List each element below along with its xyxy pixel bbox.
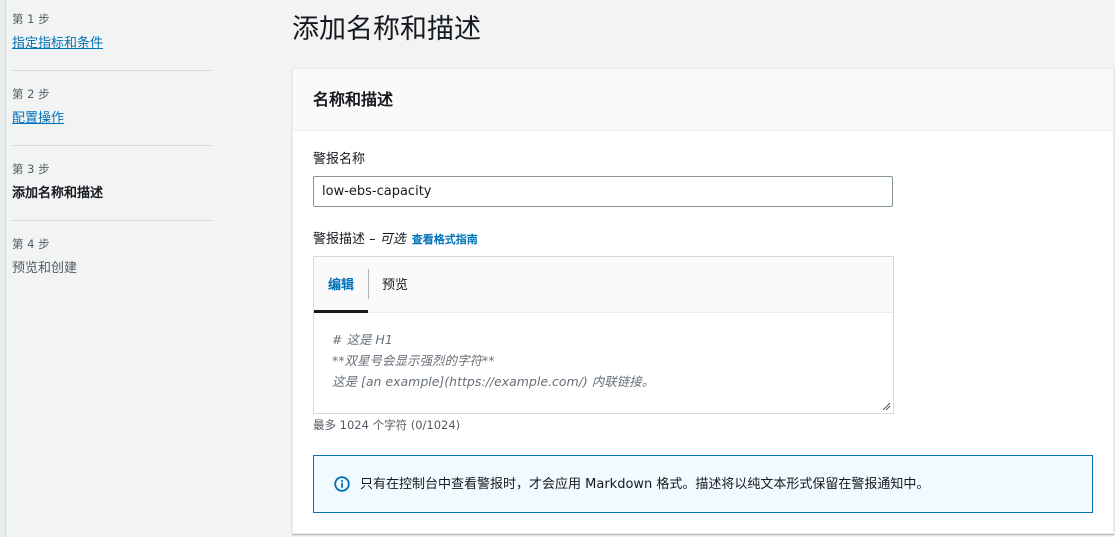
info-circle-icon (334, 476, 350, 492)
name-description-panel: 名称和描述 警报名称 警报描述 – 可选查看格式指南 编辑 预览 # 这是 H1… (292, 68, 1114, 534)
panel-title: 名称和描述 (313, 90, 394, 109)
step-divider (12, 70, 212, 71)
character-limit-hint: 最多 1024 个字符 (0/1024) (313, 418, 461, 432)
step-3: 第 3 步 添加名称和描述 (12, 162, 212, 203)
alarm-name-input[interactable] (313, 176, 893, 207)
editor-tabs: 编辑 预览 (314, 257, 893, 313)
placeholder-line-3: 这是 [an example](https://example.com/) 内联… (332, 374, 655, 389)
tab-edit[interactable]: 编辑 (328, 277, 354, 295)
step-2: 第 2 步 配置操作 (12, 87, 212, 128)
info-alert: 只有在控制台中查看警报时，才会应用 Markdown 格式。描述将以纯文本形式保… (313, 455, 1093, 513)
alarm-name-label: 警报名称 (313, 152, 366, 167)
step-divider (12, 145, 212, 146)
placeholder-line-1: # 这是 H1 (332, 332, 393, 347)
markdown-editor: 编辑 预览 # 这是 H1 **双星号会显示强烈的字符** 这是 [an exa… (313, 256, 894, 414)
alarm-description-label: 警报描述 – 可选 查看格式指南 (313, 231, 478, 249)
panel-header: 名称和描述 (293, 69, 1113, 131)
tab-separator (368, 269, 369, 299)
breadcrumb (12, 0, 172, 2)
format-guide-link[interactable]: 查看格式指南 (412, 233, 478, 246)
optional-tag: 可选 (379, 232, 406, 247)
step-3-label-current: 添加名称和描述 (12, 186, 104, 201)
step-4-label: 预览和创建 (12, 261, 78, 276)
page-title: 添加名称和描述 (292, 14, 481, 45)
step-1: 第 1 步 指定指标和条件 (12, 12, 212, 53)
tab-preview[interactable]: 预览 (382, 277, 408, 295)
step-4-number: 第 4 步 (12, 237, 50, 251)
step-1-number: 第 1 步 (12, 12, 50, 26)
info-alert-text: 只有在控制台中查看警报时，才会应用 Markdown 格式。描述将以纯文本形式保… (360, 477, 930, 492)
step-divider (12, 220, 212, 221)
resize-handle-icon[interactable] (882, 402, 891, 411)
alarm-description-textarea[interactable]: # 这是 H1 **双星号会显示强烈的字符** 这是 [an example](… (314, 313, 893, 413)
step-3-number: 第 3 步 (12, 162, 50, 176)
step-4: 第 4 步 预览和创建 (12, 237, 212, 278)
page-left-rule (0, 0, 6, 537)
step-2-link[interactable]: 配置操作 (12, 110, 212, 128)
step-1-link[interactable]: 指定指标和条件 (12, 35, 212, 53)
alarm-description-label-text: 警报描述 – (313, 232, 380, 247)
placeholder-line-2: **双星号会显示强烈的字符** (332, 353, 495, 368)
step-2-number: 第 2 步 (12, 87, 50, 101)
